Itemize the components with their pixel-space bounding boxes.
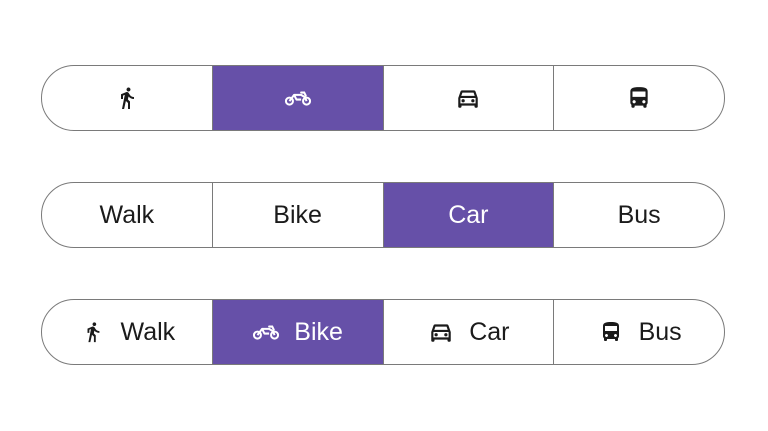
- segment-label: Bus: [617, 200, 661, 229]
- walk-icon: [113, 84, 141, 112]
- segment-bike[interactable]: Bike: [211, 183, 383, 247]
- motorbike-icon: [284, 84, 312, 112]
- segmented-buttons-demo: Walk Bike Car Bus Walk Bike Car Bus: [0, 0, 768, 431]
- segment-label: Bike: [273, 200, 322, 229]
- segment-label: Bike: [294, 317, 343, 346]
- segment-label: Walk: [120, 317, 176, 346]
- icon-only-segmented-button: [41, 65, 725, 131]
- motorbike-icon: [252, 318, 280, 346]
- segment-car[interactable]: [382, 66, 554, 130]
- bus-icon: [625, 84, 653, 112]
- bus-icon: [597, 318, 625, 346]
- segment-walk[interactable]: Walk: [42, 300, 212, 364]
- text-only-segmented-button: Walk Bike Car Bus: [41, 182, 725, 248]
- segment-walk[interactable]: Walk: [42, 183, 212, 247]
- segment-car[interactable]: Car: [382, 183, 554, 247]
- segment-car[interactable]: Car: [382, 300, 554, 364]
- segment-label: Car: [469, 317, 510, 346]
- car-icon: [427, 318, 455, 346]
- icon-text-segmented-button: Walk Bike Car Bus: [41, 299, 725, 365]
- segment-bus[interactable]: Bus: [553, 300, 724, 364]
- segment-bike[interactable]: [211, 66, 383, 130]
- car-icon: [454, 84, 482, 112]
- segment-bus[interactable]: [553, 66, 724, 130]
- segment-walk[interactable]: [42, 66, 212, 130]
- segment-label: Car: [448, 200, 489, 229]
- segment-bike[interactable]: Bike: [211, 300, 383, 364]
- segment-label: Bus: [638, 317, 682, 346]
- segment-label: Walk: [99, 200, 155, 229]
- walk-icon: [79, 318, 107, 346]
- segment-bus[interactable]: Bus: [553, 183, 724, 247]
